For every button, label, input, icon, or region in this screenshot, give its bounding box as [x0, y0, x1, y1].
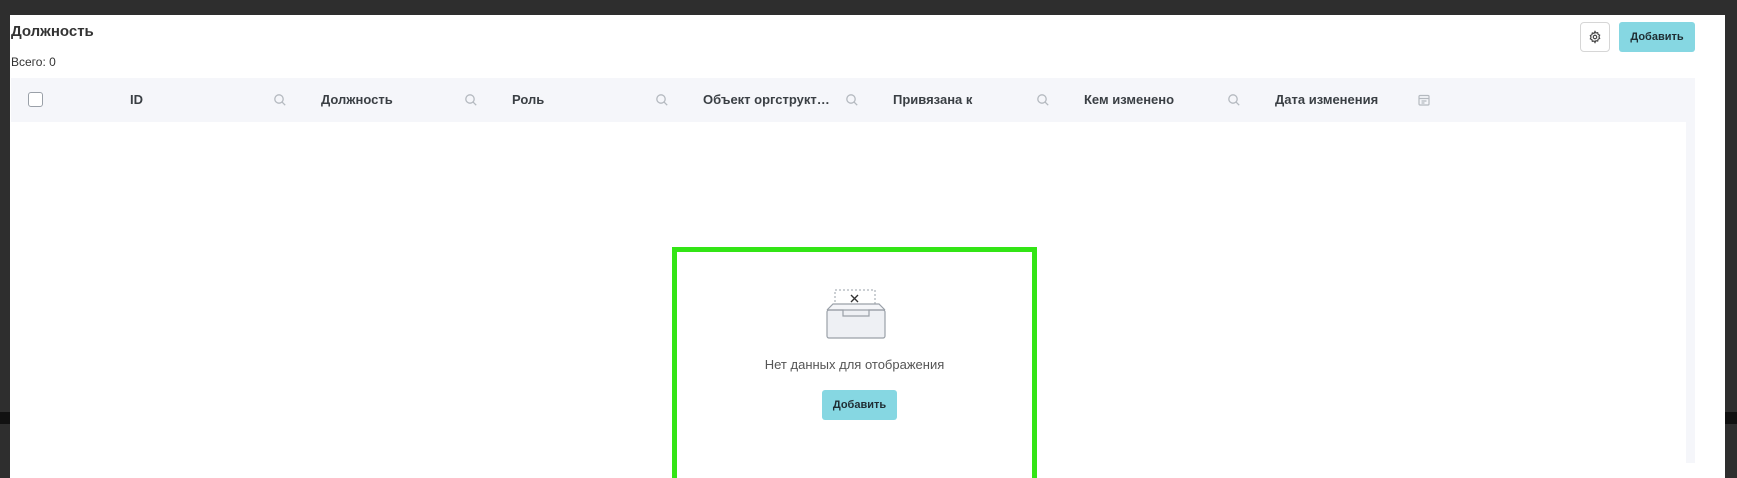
settings-button[interactable]	[1580, 22, 1610, 52]
search-icon[interactable]	[1036, 93, 1050, 107]
empty-inbox-icon	[826, 289, 886, 339]
search-icon[interactable]	[1227, 93, 1241, 107]
column-header-role[interactable]: Роль	[512, 92, 544, 107]
column-header-id[interactable]: ID	[130, 92, 143, 107]
vertical-scrollbar[interactable]	[1686, 122, 1695, 463]
search-icon[interactable]	[655, 93, 669, 107]
add-button[interactable]: Добавить	[1619, 22, 1695, 52]
search-icon[interactable]	[464, 93, 478, 107]
column-header-modified-by[interactable]: Кем изменено	[1084, 92, 1174, 107]
search-icon[interactable]	[845, 93, 859, 107]
column-header-modified-date[interactable]: Дата изменения	[1275, 92, 1378, 107]
search-icon[interactable]	[273, 93, 287, 107]
column-header-position[interactable]: Должность	[321, 92, 393, 107]
empty-state-message: Нет данных для отображения	[764, 357, 945, 372]
column-header-bound-to[interactable]: Привязана к	[893, 92, 972, 107]
select-all-checkbox[interactable]	[28, 92, 43, 107]
background-strip	[1725, 412, 1737, 424]
table-header: ID Должность Роль Объект оргструкт… Прив…	[11, 78, 1695, 122]
calendar-icon[interactable]	[1417, 93, 1431, 107]
total-count: Всего: 0	[11, 55, 56, 69]
background-strip	[0, 412, 10, 424]
gear-icon	[1589, 30, 1601, 44]
page-title: Должность	[11, 23, 94, 40]
column-header-org-object[interactable]: Объект оргструкт…	[703, 92, 830, 107]
empty-state-add-button[interactable]: Добавить	[822, 390, 897, 420]
